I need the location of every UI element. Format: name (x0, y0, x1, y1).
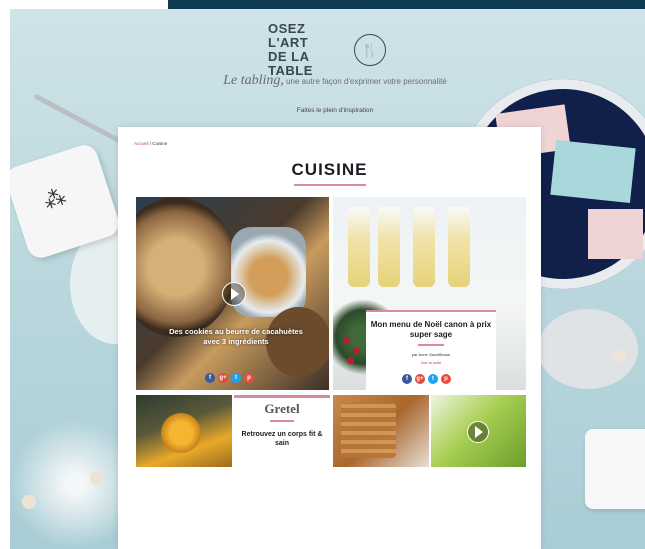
article-tile-salad[interactable] (431, 395, 526, 467)
article-tile-cookies[interactable]: Des cookies au beurre de cacahuètes avec… (136, 197, 329, 390)
golden-drink-image (161, 413, 201, 453)
brand-logo[interactable]: OSEZ L'ART DE LA TABLE 🍴 (268, 22, 386, 78)
mug-right-decoration (585, 429, 645, 509)
ball-decoration (22, 495, 36, 509)
logo-line-1: OSEZ L'ART (268, 21, 309, 50)
article-title[interactable]: Des cookies au beurre de cacahuètes avec… (166, 327, 306, 347)
tile-accent-bar (234, 395, 330, 398)
promo-tile-gretel[interactable]: Gretel Retrouvez un corps fit & sain (234, 395, 330, 467)
read-more-link[interactable]: Voir la suite (366, 360, 496, 365)
share-buttons: f g+ t p (402, 374, 451, 384)
ball-decoration (612, 349, 626, 363)
article-tile-drink[interactable] (136, 395, 232, 467)
champagne-glass-image (448, 207, 470, 287)
berry-decoration (347, 357, 354, 364)
card-divider (418, 344, 444, 346)
champagne-glass-image (348, 207, 370, 287)
subtitle: Faites le plein d'inspiration (296, 107, 374, 114)
tagline-rest: une autre façon d'exprimer votre personn… (283, 77, 447, 86)
logo-text: OSEZ L'ART DE LA TABLE (268, 22, 346, 78)
gretel-logo: Gretel (264, 401, 300, 416)
share-buttons: f g+ t p (205, 373, 254, 383)
facebook-share-icon[interactable]: f (402, 374, 412, 384)
champagne-glass-image (413, 207, 435, 287)
article-card[interactable]: Mon menu de Noël canon à prix super sage… (366, 310, 496, 390)
article-author: par Anne Gaudiflouse (411, 351, 451, 357)
play-video-icon[interactable] (222, 282, 246, 306)
breadcrumb-home-link[interactable]: Accueil (134, 141, 149, 146)
breadcrumb-current: / Cuisine (148, 141, 168, 146)
title-underline (294, 184, 366, 186)
plate-block (550, 139, 636, 204)
breadcrumb: Accueil / Cuisine (134, 141, 167, 146)
pinterest-share-icon[interactable]: p (244, 373, 254, 383)
champagne-glass-image (378, 207, 400, 287)
pinterest-share-icon[interactable]: p (441, 374, 451, 384)
twitter-share-icon[interactable]: t (428, 374, 438, 384)
ball-decoration (90, 471, 104, 485)
twitter-share-icon[interactable]: t (231, 373, 241, 383)
plate-block (588, 209, 643, 259)
waffle-image (341, 403, 396, 458)
cutlery-icon: 🍴 (354, 34, 386, 66)
cuisine-page: Accueil / Cuisine CUISINE Des cookies au… (118, 127, 541, 549)
gretel-divider (270, 420, 294, 422)
cookie-bowl-image (136, 197, 236, 337)
play-video-icon[interactable] (467, 421, 489, 443)
google-share-icon[interactable]: g+ (415, 374, 425, 384)
page-title: CUISINE (291, 160, 368, 179)
facebook-share-icon[interactable]: f (205, 373, 215, 383)
article-title[interactable]: Mon menu de Noël canon à prix super sage (366, 320, 496, 340)
promo-text[interactable]: Retrouvez un corps fit & sain (234, 430, 330, 448)
top-bar (168, 0, 645, 9)
tagline: Le tabling, une autre façon d'exprimer v… (200, 73, 470, 89)
peanut-butter-jar-image (231, 227, 306, 317)
teapot-decoration (538, 309, 638, 389)
dots-pattern: ⁂ (40, 183, 70, 215)
berry-decoration (353, 347, 360, 354)
google-share-icon[interactable]: g+ (218, 373, 228, 383)
berry-decoration (343, 337, 350, 344)
article-tile-noel[interactable]: Mon menu de Noël canon à prix super sage… (333, 197, 526, 390)
tagline-lead: Le tabling, (223, 73, 284, 88)
article-tile-waffles[interactable] (333, 395, 429, 467)
